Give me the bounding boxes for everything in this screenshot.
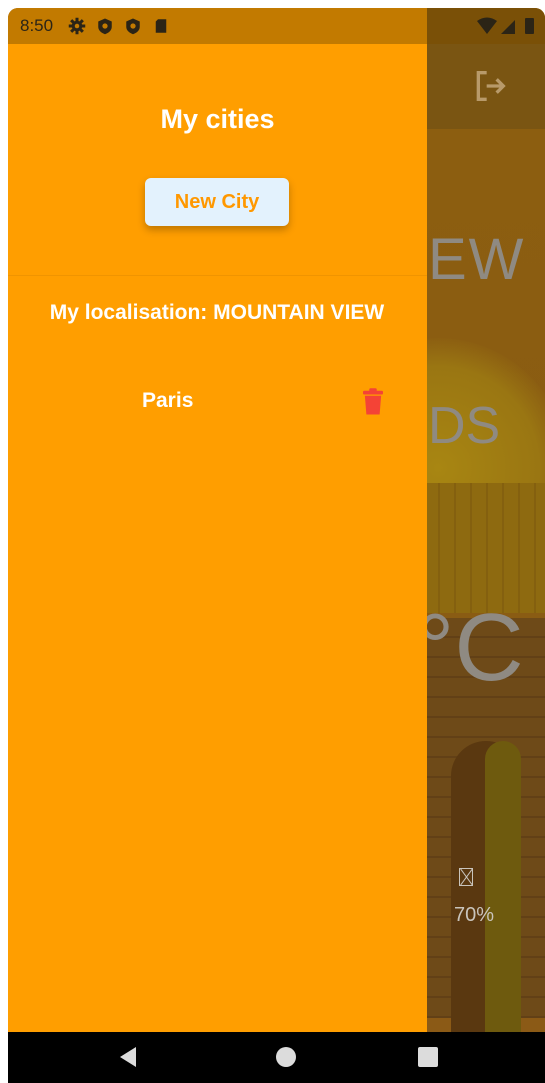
drawer-divider: [8, 275, 427, 276]
phone-screen: EW DS °C 70% 8:50 My cities New City My …: [8, 8, 545, 1083]
navigation-drawer: My cities New City My localisation: MOUN…: [8, 44, 427, 1032]
system-navigation-bar: [8, 1032, 545, 1083]
new-city-button[interactable]: New City: [145, 178, 289, 226]
logout-icon[interactable]: [470, 66, 510, 106]
gear-icon: [68, 17, 86, 35]
battery-icon: [525, 18, 534, 34]
recents-icon[interactable]: [418, 1047, 438, 1067]
status-time: 8:50: [20, 16, 54, 35]
drawer-title: My cities: [160, 104, 275, 134]
signal-icon: [501, 20, 515, 34]
city-name[interactable]: Paris: [142, 389, 193, 413]
wifi-icon: [477, 17, 497, 34]
city-list-item[interactable]: Paris: [8, 379, 427, 425]
status-bar: 8:50: [8, 8, 545, 44]
humidity-gauge-fill: [485, 741, 521, 1041]
shield-icon: [126, 18, 140, 35]
back-icon[interactable]: [120, 1047, 136, 1067]
my-location-label: My localisation: MOUNTAIN VIEW: [49, 301, 385, 324]
trash-icon[interactable]: [358, 387, 388, 417]
background-weather-description: DS: [428, 397, 501, 455]
humidity-value: 70%: [453, 904, 495, 926]
background-temperature: °C: [416, 594, 524, 701]
home-icon[interactable]: [276, 1047, 296, 1067]
status-right-icons: [477, 17, 534, 34]
background-city-name: EW: [428, 227, 526, 292]
sd-card-icon: [155, 19, 167, 33]
missing-glyph-icon: [459, 868, 473, 886]
shield-icon: [98, 18, 112, 35]
